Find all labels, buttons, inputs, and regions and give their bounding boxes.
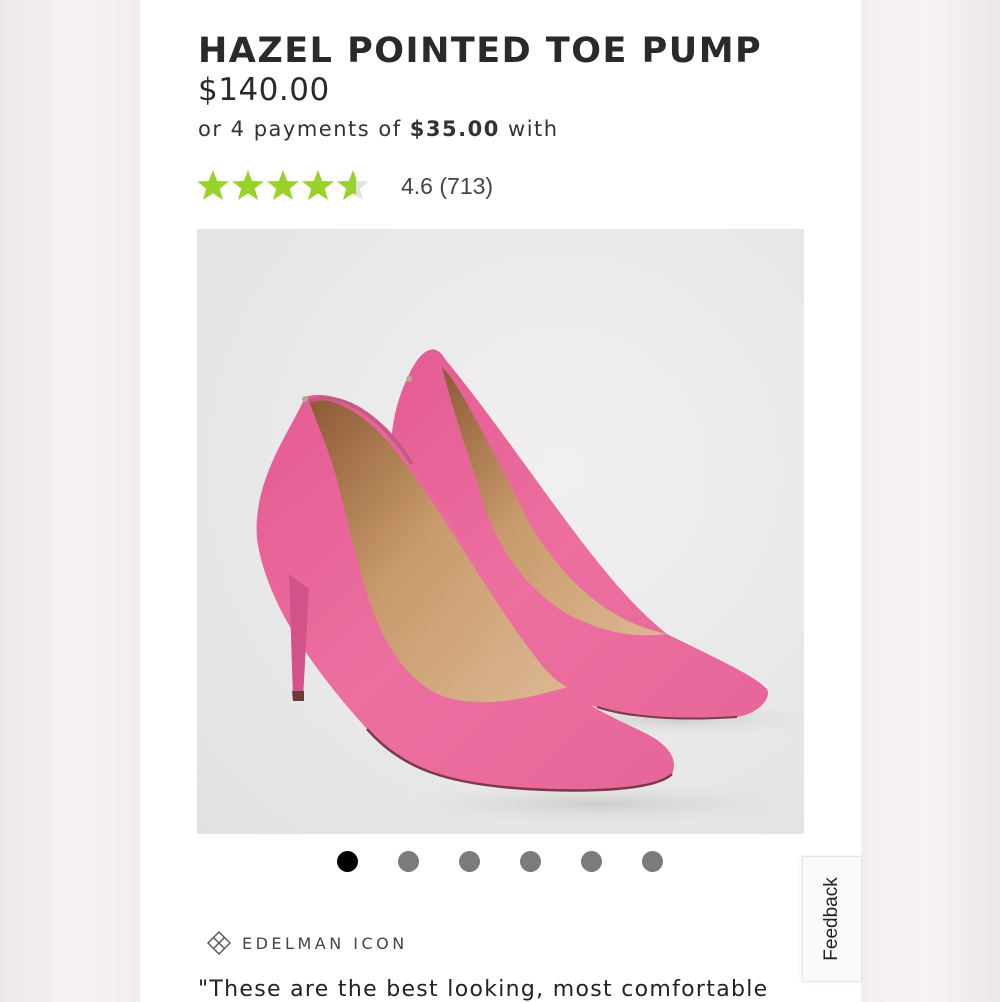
installment-suffix: with [508, 117, 559, 141]
collection-badge[interactable]: EDELMAN ICON [206, 930, 408, 956]
star-icon [267, 170, 299, 200]
carousel-dot[interactable] [398, 851, 419, 872]
carousel-dot[interactable] [581, 851, 602, 872]
star-icon [197, 170, 229, 200]
carousel-dot[interactable] [642, 851, 663, 872]
installment-text: or 4 payments of $35.00 with [198, 117, 559, 141]
carousel-dot[interactable] [337, 851, 358, 872]
product-rating[interactable]: 4.6 (713) [196, 166, 493, 206]
collection-label: EDELMAN ICON [242, 933, 408, 953]
feedback-button[interactable]: Feedback [802, 856, 862, 982]
rating-stars [196, 169, 371, 203]
carousel-dot[interactable] [459, 851, 480, 872]
star-icon [337, 170, 369, 200]
product-title: HAZEL POINTED TOE PUMP [198, 31, 763, 72]
product-image[interactable] [197, 229, 804, 834]
installment-amount: $35.00 [409, 117, 500, 141]
diamond-grid-icon [207, 931, 231, 955]
carousel-dot[interactable] [520, 851, 541, 872]
rating-value: 4.6 [401, 172, 433, 199]
installment-prefix: or 4 payments of [198, 117, 402, 141]
star-icon [232, 170, 264, 200]
feedback-label: Feedback [821, 877, 842, 961]
star-icon [302, 170, 334, 200]
image-carousel-dots [337, 851, 663, 872]
pink-suede-pumps-image [256, 349, 804, 826]
product-price: $140.00 [198, 72, 330, 108]
rating-summary: 4.6 (713) [401, 173, 493, 200]
review-quote: "These are the best looking, most comfor… [198, 977, 769, 1002]
rating-count: (713) [439, 172, 494, 199]
